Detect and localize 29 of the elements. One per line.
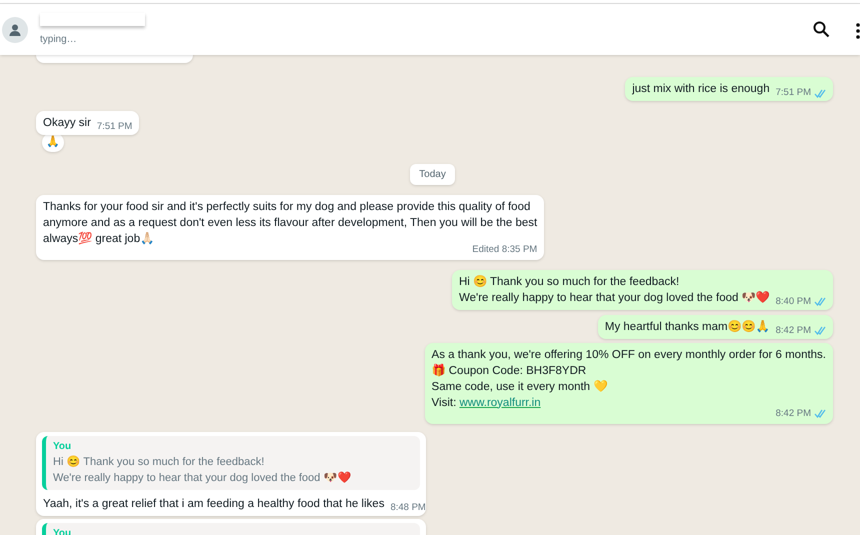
message-text-line: Hi 😊 Thank you so much for the feedback! <box>458 276 680 288</box>
typing-status: typing… <box>40 32 78 46</box>
timestamp: 7:51 PM <box>776 87 811 99</box>
message-text-line: Okayy sir <box>43 116 91 131</box>
quote-author: You <box>53 440 72 454</box>
message-text-line: Same code, use it every month 💛 <box>432 380 608 392</box>
timestamp: 8:40 PM <box>776 296 811 308</box>
search-icon[interactable] <box>813 21 830 38</box>
message-text-line: anymore and as a request don't even less its flavour after development, Then you will be the best <box>43 216 538 228</box>
message-text-line: My heartful thanks mam😊😊🙏 <box>604 319 770 334</box>
message-text-line: just mix with rice is enough <box>632 82 770 97</box>
quote-text-line: We're really happy to hear that your dog loved the food 🐶❤ <box>53 470 352 486</box>
message-text-line: As a thank you, we're offering 10% OFF on every monthly order for 6 months. <box>432 348 826 360</box>
menu-icon[interactable] <box>855 23 860 39</box>
website-link[interactable]: www.royalfurr.in <box>459 396 541 408</box>
message-text-line: 🎁 Coupon Code: BH3F8YDR <box>432 364 586 376</box>
quote-text-line: Hi 😊 Thank you so much for the feedback! <box>53 454 266 470</box>
timestamp: 8:42 PM <box>776 408 811 420</box>
timestamp: 8:48 PM <box>390 502 426 514</box>
message-text-line: Thanks for your food sir and it's perfectly suits for my dog and please provide this quality of food <box>43 200 530 212</box>
message-text-line: We're really happy to hear that your dog loved the food 🐶❤ <box>458 290 770 306</box>
timestamp: 8:42 PM <box>776 324 811 336</box>
date-chip: Today <box>410 164 455 184</box>
timestamp: 7:51 PM <box>96 121 132 133</box>
message-text-line: Yaah, it's a great relief that i am feeding a healthy food that he likes <box>43 496 384 512</box>
avatar-silhouette-icon[interactable] <box>2 16 28 42</box>
link-label: Visit: <box>432 396 456 408</box>
timestamp: Edited 8:35 PM <box>472 244 538 256</box>
message-text-line: always💯 great job🙏🏻 <box>43 232 154 244</box>
